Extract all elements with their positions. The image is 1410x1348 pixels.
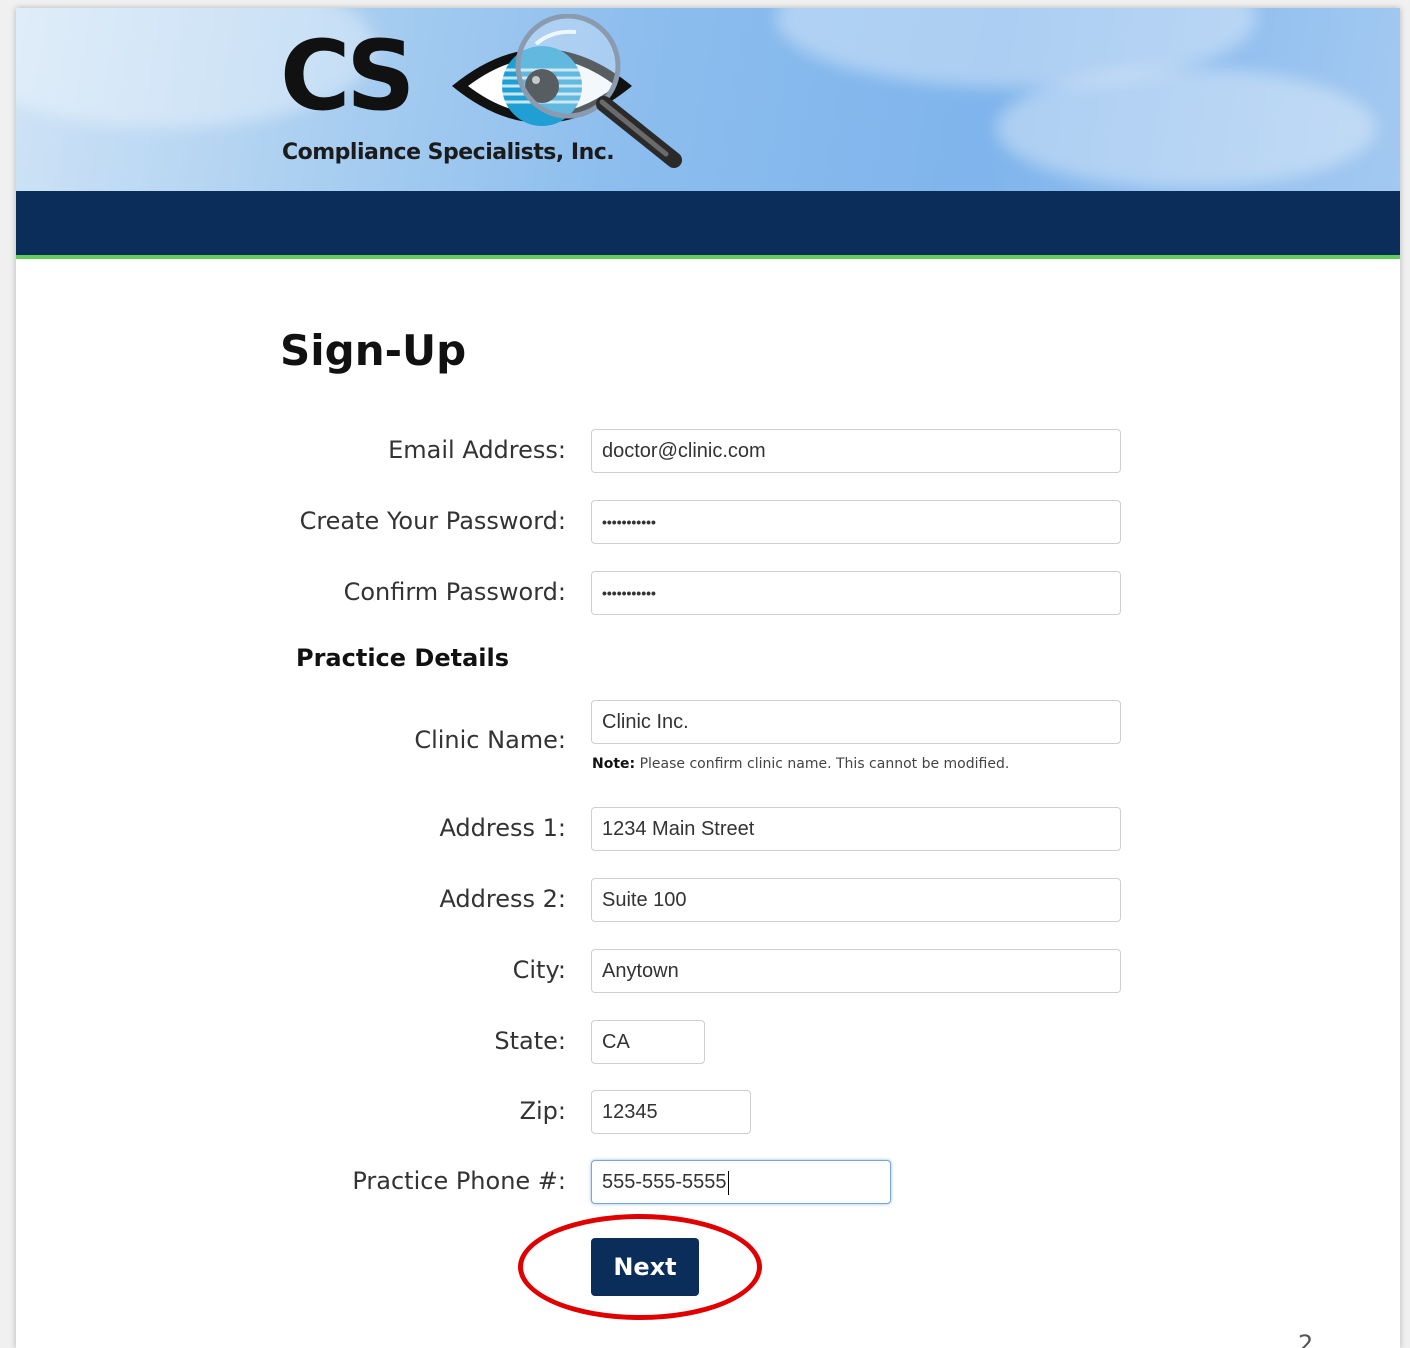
password-value: •••••••••••: [602, 514, 656, 530]
clinic-name-label: Clinic Name:: [414, 726, 566, 754]
phone-input[interactable]: 555-555-5555: [591, 1160, 891, 1204]
city-label: City:: [512, 956, 566, 984]
state-input[interactable]: CA: [591, 1020, 705, 1064]
city-value: Anytown: [602, 960, 679, 982]
email-value: doctor@clinic.com: [602, 440, 766, 462]
address2-input[interactable]: Suite 100: [591, 878, 1121, 922]
state-value: CA: [602, 1031, 630, 1053]
address1-input[interactable]: 1234 Main Street: [591, 807, 1121, 851]
clinic-name-value: Clinic Inc.: [602, 711, 689, 733]
address2-value: Suite 100: [602, 889, 687, 911]
company-logo[interactable]: CS Compliance Specialists, Inc.: [280, 14, 720, 184]
text-caret: [727, 1170, 729, 1195]
page-title: Sign-Up: [280, 326, 467, 375]
zip-label: Zip:: [519, 1097, 566, 1125]
header-banner: CS Compliance Specialists, Inc.: [16, 8, 1400, 191]
zip-value: 12345: [602, 1101, 658, 1123]
page-frame: CS Compliance Specialists, Inc. Sign-Up …: [16, 8, 1400, 1348]
company-name: Compliance Specialists, Inc.: [282, 140, 615, 165]
navigation-bar: [16, 191, 1400, 259]
email-input[interactable]: doctor@clinic.com: [591, 429, 1121, 473]
address1-label: Address 1:: [439, 814, 566, 842]
email-label: Email Address:: [388, 436, 566, 464]
page-number: 2: [1298, 1330, 1314, 1348]
phone-label: Practice Phone #:: [352, 1167, 566, 1195]
note-prefix: Note:: [592, 756, 636, 772]
practice-details-heading: Practice Details: [296, 644, 510, 672]
confirm-password-input[interactable]: •••••••••••: [591, 571, 1121, 615]
confirm-password-value: •••••••••••: [602, 585, 656, 601]
password-input[interactable]: •••••••••••: [591, 500, 1121, 544]
logo-letters: CS: [280, 20, 415, 132]
next-button[interactable]: Next: [591, 1238, 699, 1296]
clinic-name-input[interactable]: Clinic Inc.: [591, 700, 1121, 744]
address2-label: Address 2:: [439, 885, 566, 913]
confirm-password-label: Confirm Password:: [343, 578, 566, 606]
address1-value: 1234 Main Street: [602, 818, 755, 840]
note-text: Please confirm clinic name. This cannot …: [635, 756, 1010, 772]
clinic-name-note: Note: Please confirm clinic name. This c…: [592, 756, 1009, 772]
phone-value: 555-555-5555: [602, 1171, 727, 1193]
password-label: Create Your Password:: [299, 507, 566, 535]
zip-input[interactable]: 12345: [591, 1090, 751, 1134]
state-label: State:: [494, 1027, 566, 1055]
city-input[interactable]: Anytown: [591, 949, 1121, 993]
